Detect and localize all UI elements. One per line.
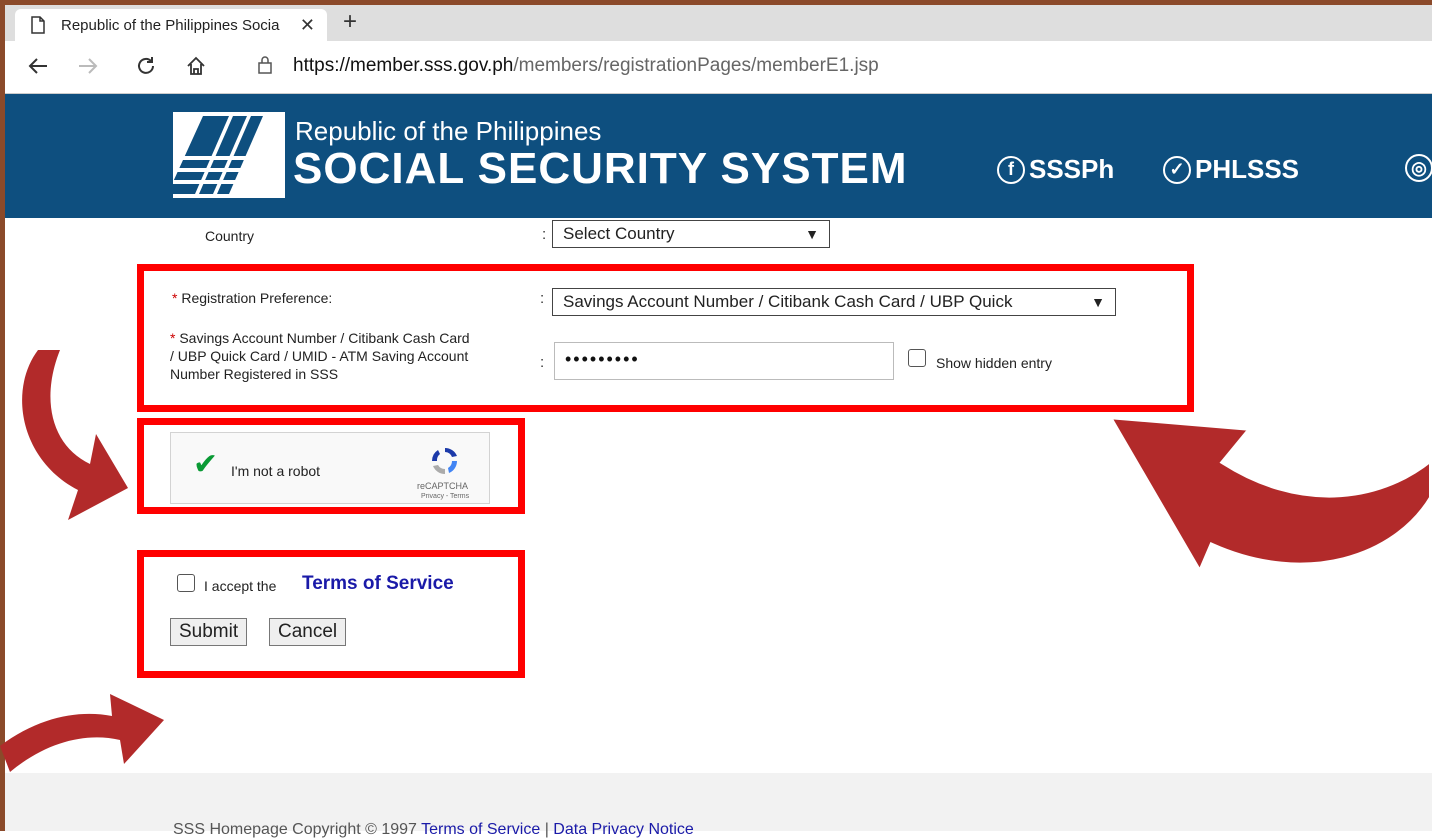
instagram-icon: ◎: [1405, 154, 1432, 182]
facebook-handle: SSSPh: [1029, 154, 1115, 184]
country-label: Country: [205, 228, 255, 244]
highlight-box-captcha: [137, 418, 525, 514]
address-bar[interactable]: https://member.sss.gov.ph/members/regist…: [293, 55, 879, 77]
country-select[interactable]: Select Country ▼: [552, 220, 830, 248]
twitter-icon: ✓: [1163, 155, 1191, 184]
sss-header: Republic of the Philippines SOCIAL SECUR…: [5, 94, 1432, 218]
url-host: https://member.sss.gov.ph: [293, 55, 514, 76]
footer-copyright: SSS Homepage Copyright © 1997: [173, 821, 417, 838]
footer-privacy-link[interactable]: Data Privacy Notice: [553, 821, 694, 838]
browser-tab-bar: Republic of the Philippines Socia ✕ +: [5, 5, 1432, 41]
back-icon[interactable]: [27, 56, 49, 76]
browser-tab[interactable]: Republic of the Philippines Socia ✕: [15, 9, 327, 41]
twitter-link[interactable]: ✓ PHLSSS: [1163, 154, 1299, 185]
tab-title: Republic of the Philippines Socia: [61, 16, 280, 34]
footer-separator: |: [544, 821, 549, 838]
page-footer: SSS Homepage Copyright © 1997 Terms of S…: [5, 773, 1432, 838]
footer-text: SSS Homepage Copyright © 1997 Terms of S…: [173, 821, 694, 839]
colon: :: [542, 226, 547, 243]
country-select-value: Select Country: [563, 224, 675, 243]
lock-icon: [258, 56, 272, 74]
twitter-handle: PHLSSS: [1195, 154, 1300, 184]
forward-icon[interactable]: [77, 56, 99, 76]
close-tab-icon[interactable]: ✕: [300, 15, 315, 36]
browser-nav-bar: https://member.sss.gov.ph/members/regist…: [5, 41, 1432, 94]
reload-icon[interactable]: [135, 55, 157, 77]
republic-text: Republic of the Philippines: [295, 116, 602, 146]
annotation-arrow-left-top: [22, 350, 128, 520]
highlight-box-registration: [137, 264, 1194, 412]
url-path: /members/registrationPages/memberE1.jsp: [513, 55, 879, 76]
footer-terms-link[interactable]: Terms of Service: [421, 821, 540, 838]
highlight-box-terms: [137, 550, 525, 678]
facebook-icon: f: [997, 155, 1025, 184]
page-icon: [31, 16, 45, 34]
sss-logo: [173, 112, 285, 198]
annotation-arrow-left-bottom: [0, 694, 164, 772]
new-tab-icon[interactable]: +: [343, 10, 357, 34]
chevron-down-icon: ▼: [805, 226, 819, 242]
instagram-link[interactable]: ◎: [1405, 154, 1432, 182]
sss-title: SOCIAL SECURITY SYSTEM: [293, 144, 908, 193]
home-icon[interactable]: [185, 55, 207, 77]
annotation-arrow-right: [1102, 412, 1432, 581]
facebook-link[interactable]: f SSSPh: [997, 154, 1114, 185]
